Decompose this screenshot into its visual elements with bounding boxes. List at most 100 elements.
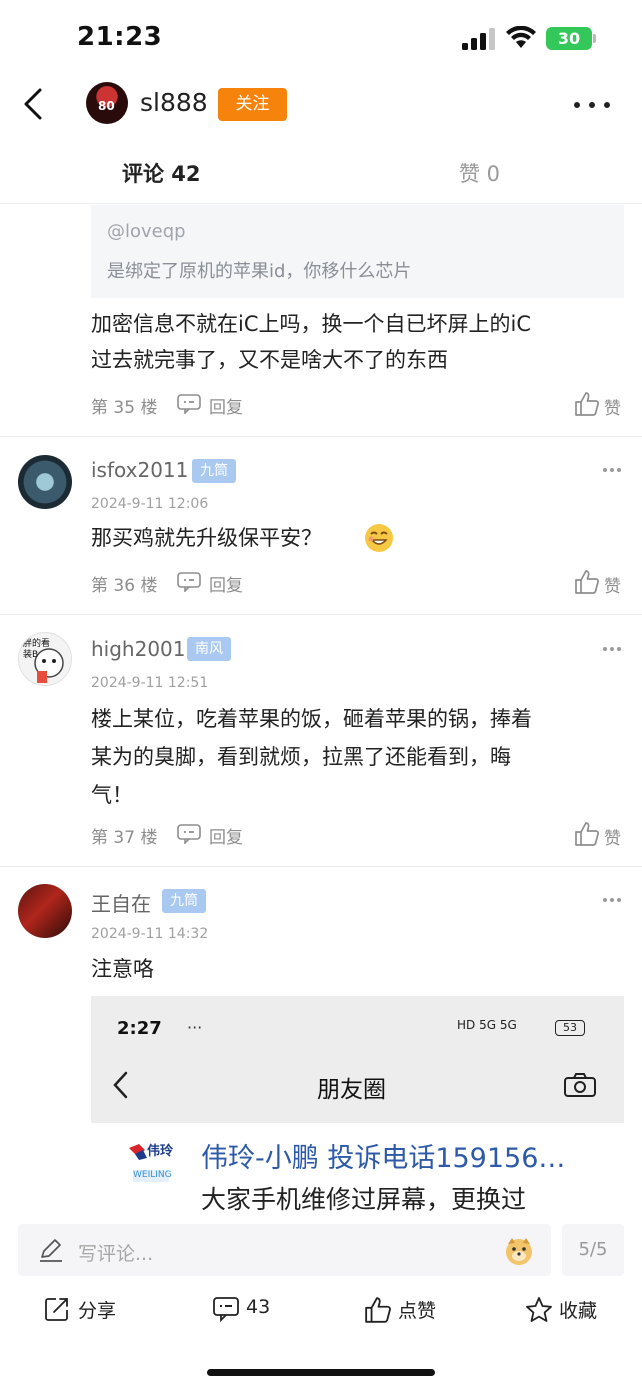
comment-text: 注意咯 — [91, 951, 154, 987]
user-badge: 九筒 — [162, 889, 206, 913]
comment-bubble-icon — [213, 1297, 239, 1322]
svg-text:装B: 装B — [23, 648, 38, 660]
commenter-avatar[interactable]: 胖的看 装B — [18, 632, 72, 686]
more-options-icon[interactable] — [572, 92, 612, 116]
thumbs-up-icon — [365, 1297, 391, 1323]
user-avatar[interactable]: 80 — [86, 82, 128, 124]
thumbs-up-icon — [575, 822, 599, 846]
commenter-avatar[interactable] — [18, 884, 72, 938]
comment-tabs: 评论 42 赞 0 — [0, 140, 642, 204]
like-button[interactable]: 赞 — [574, 569, 624, 597]
like-button[interactable]: 赞 — [574, 821, 624, 849]
pencil-icon — [40, 1239, 62, 1262]
like-label: 赞 — [604, 829, 621, 849]
reply-label: 回复 — [209, 576, 243, 596]
like-post-button[interactable]: 点赞 — [364, 1292, 444, 1328]
divider — [0, 866, 642, 867]
image-headline: 伟玲-小鹏 投诉电话159156… — [201, 1143, 566, 1174]
reply-label: 回复 — [209, 828, 243, 848]
divider — [0, 614, 642, 615]
comment-date: 2024-9-11 14:32 — [91, 926, 209, 942]
image-logo-sub: WEILING — [133, 1170, 172, 1180]
tab-likes[interactable]: 赞 0 — [459, 158, 500, 188]
reply-label: 回复 — [209, 398, 243, 418]
comment-placeholder: 写评论... — [78, 1243, 154, 1265]
shy-grin-emoji-icon — [365, 524, 393, 552]
comment-line: 气！ — [91, 783, 133, 807]
status-time: 21:23 — [77, 22, 163, 52]
wifi-icon — [506, 26, 536, 48]
share-icon — [45, 1298, 68, 1321]
comment-meta: 第 36 楼 回复 赞 — [91, 569, 624, 597]
comment-count: 43 — [246, 1296, 271, 1318]
share-button[interactable]: 分享 — [44, 1292, 124, 1328]
comment-date: 2024-9-11 12:06 — [91, 496, 209, 512]
page-indicator-button[interactable]: 5/5 — [562, 1224, 624, 1276]
image-battery: 53 — [555, 1020, 585, 1036]
image-time: 2:27 — [117, 1018, 162, 1039]
image-status: HD 5G 5G — [457, 1018, 517, 1032]
quoted-text: 是绑定了原机的苹果id，你移什么芯片 — [107, 261, 412, 282]
comment-more-icon[interactable] — [601, 466, 623, 474]
home-indicator[interactable] — [207, 1369, 435, 1376]
battery-tip — [593, 34, 596, 43]
floor-number: 第 36 楼 — [91, 576, 158, 596]
comment-meta: 第 35 楼 回复 赞 — [91, 391, 624, 419]
comment-line: 那买鸡就先升级保平安？ — [91, 526, 322, 550]
comment-line: 过去就完事了，又不是啥大不了的东西 — [91, 348, 448, 372]
divider — [0, 436, 642, 437]
comment-text: 那买鸡就先升级保平安？ — [91, 520, 322, 556]
floor-number: 第 37 楼 — [91, 828, 158, 848]
image-dots: ··· — [187, 1018, 203, 1037]
follow-button[interactable]: 关注 — [218, 88, 287, 121]
image-title: 朋友圈 — [317, 1077, 386, 1103]
post-header: 80 sl888 关注 — [0, 72, 642, 138]
like-label: 赞 — [604, 577, 621, 597]
username[interactable]: sl888 — [140, 88, 208, 117]
reply-icon — [177, 572, 201, 592]
image-camera-icon — [564, 1073, 596, 1097]
back-arrow-icon[interactable] — [18, 86, 52, 122]
quoted-user[interactable]: @loveqp — [107, 221, 186, 242]
comment-image[interactable]: 2:27 ··· HD 5G 5G 53 朋友圈 伟玲 WEILING 伟玲-小… — [91, 996, 624, 1221]
action-bar: 分享 43 点赞 收藏 — [0, 1292, 642, 1328]
tab-comments[interactable]: 评论 42 — [122, 158, 201, 188]
favorite-label: 收藏 — [559, 1300, 598, 1322]
quoted-comment[interactable]: @loveqp 是绑定了原机的苹果id，你移什么芯片 — [91, 205, 624, 298]
comment-line: 楼上某位，吃着苹果的饭，砸着苹果的锅，捧着 — [91, 707, 532, 731]
comment-date: 2024-9-11 12:51 — [91, 675, 209, 691]
bottom-bar: 写评论... 5/5 分享 43 点赞 收藏 — [0, 1222, 642, 1389]
commenter-name[interactable]: isfox2011 — [91, 458, 188, 482]
commenter-name[interactable]: high2001 — [91, 637, 186, 661]
floor-number: 第 35 楼 — [91, 398, 158, 418]
like-label: 点赞 — [398, 1300, 437, 1322]
image-back-icon — [113, 1071, 128, 1099]
commenter-avatar[interactable] — [18, 455, 72, 509]
comment-meta: 第 37 楼 回复 赞 — [91, 821, 624, 849]
share-label: 分享 — [78, 1300, 117, 1322]
emoji-icon[interactable] — [504, 1236, 534, 1266]
comment-text: 楼上某位，吃着苹果的饭，砸着苹果的锅，捧着 某为的臭脚，看到就烦，拉黑了还能看到… — [91, 700, 532, 814]
star-icon — [526, 1297, 552, 1322]
commenter-name[interactable]: 王自在 — [91, 888, 151, 917]
user-badge: 南风 — [187, 637, 231, 661]
thumbs-up-icon — [575, 392, 599, 416]
image-logo-text: 伟玲 — [147, 1144, 174, 1159]
thumbs-up-icon — [575, 570, 599, 594]
like-label: 赞 — [604, 399, 621, 419]
comment-text: 加密信息不就在iC上吗，换一个自已坏屏上的iC 过去就完事了，又不是啥大不了的东… — [91, 306, 531, 378]
cellular-signal-icon — [462, 28, 495, 50]
comment-line: 加密信息不就在iC上吗，换一个自已坏屏上的iC — [91, 312, 531, 336]
comment-more-icon[interactable] — [601, 645, 623, 653]
status-bar: 21:23 30 — [0, 0, 642, 70]
reply-icon — [177, 394, 201, 414]
comments-button[interactable]: 43 — [212, 1292, 282, 1328]
like-button[interactable]: 赞 — [574, 391, 624, 419]
image-body-text: 大家手机维修过屏幕，更换过 — [201, 1185, 527, 1214]
comment-more-icon[interactable] — [601, 896, 623, 904]
reply-icon — [177, 824, 201, 844]
battery-indicator: 30 — [546, 27, 592, 50]
comment-input[interactable]: 写评论... — [18, 1224, 551, 1276]
comment-line: 注意咯 — [91, 957, 154, 981]
favorite-button[interactable]: 收藏 — [525, 1292, 605, 1328]
